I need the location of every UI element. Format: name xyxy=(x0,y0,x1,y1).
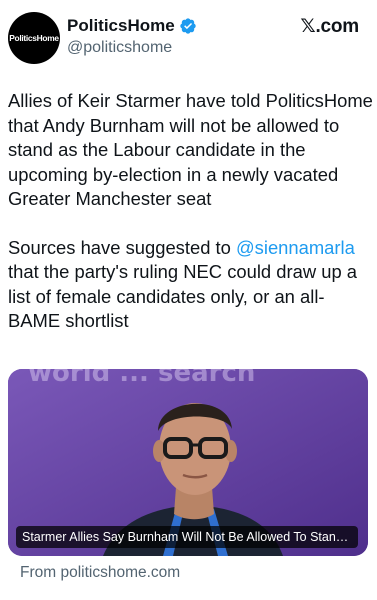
x-com-logo[interactable]: 𝕏.com xyxy=(300,16,359,38)
author-name-row: PoliticsHome xyxy=(67,16,197,36)
card-caption: Starmer Allies Say Burnham Will Not Be A… xyxy=(16,526,358,548)
tweet-text-segment: Sources have suggested to xyxy=(8,236,236,258)
avatar-text: PoliticsHome xyxy=(9,33,59,43)
tweet-header: PoliticsHome PoliticsHome @politicshome … xyxy=(8,10,365,64)
card-bg-text: world ... search xyxy=(28,369,255,388)
link-card[interactable]: world ... search Starmer Allies Say Burn… xyxy=(8,369,368,556)
tweet-body: Allies of Keir Starmer have told Politic… xyxy=(8,89,373,358)
author-display-name[interactable]: PoliticsHome xyxy=(67,16,175,36)
author-info[interactable]: PoliticsHome @politicshome xyxy=(67,16,197,58)
tweet-text-segment: that the party's ruling NEC could draw u… xyxy=(8,261,358,331)
author-handle[interactable]: @politicshome xyxy=(67,38,197,58)
tweet-paragraph-1: Allies of Keir Starmer have told Politic… xyxy=(8,90,373,209)
verified-badge-icon xyxy=(180,18,196,34)
avatar[interactable]: PoliticsHome xyxy=(8,12,60,64)
card-source[interactable]: From politicshome.com xyxy=(20,564,180,582)
tweet-paragraph-2: Sources have suggested to @siennamarla t… xyxy=(8,236,373,334)
mention-link[interactable]: @siennamarla xyxy=(236,237,355,258)
